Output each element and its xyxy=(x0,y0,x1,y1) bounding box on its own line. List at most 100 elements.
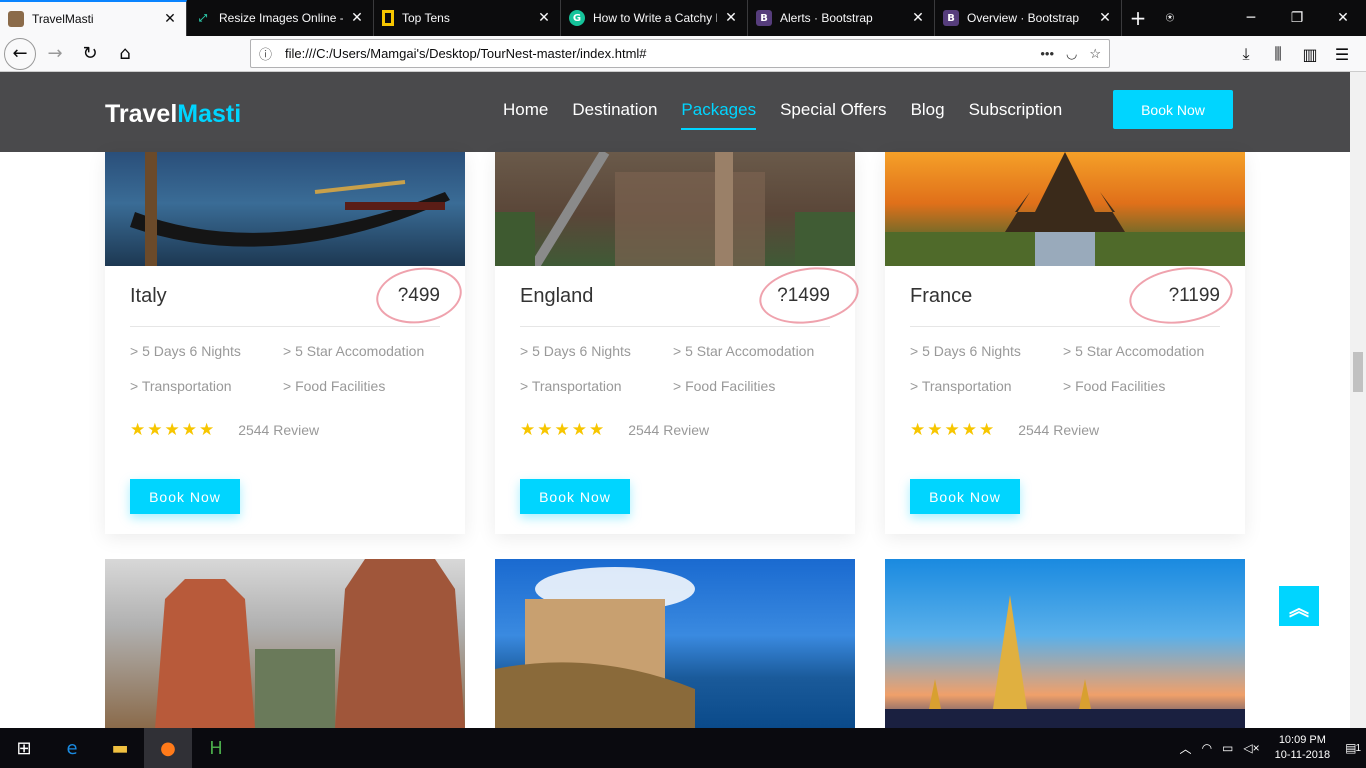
notification-count: 1 xyxy=(1355,742,1361,754)
tab-title: TravelMasti xyxy=(32,12,94,26)
menu-packages[interactable]: Packages xyxy=(681,100,756,130)
temple-illustration xyxy=(155,559,465,728)
close-tab-icon[interactable]: ✕ xyxy=(536,10,552,26)
url-text[interactable]: file:///C:/Users/Mamgai's/Desktop/TourNe… xyxy=(279,46,1028,61)
castle-coast-image xyxy=(495,559,855,728)
book-now-button[interactable]: Book Now xyxy=(910,479,1020,514)
download-icon[interactable]: ⤓ xyxy=(1230,44,1262,64)
resize-favicon-icon: ⤢ xyxy=(199,12,207,24)
header-book-now-button[interactable]: Book Now xyxy=(1113,90,1233,129)
tab-resize-images[interactable]: ⤢ Resize Images Online - R ✕ xyxy=(187,0,374,36)
browser-nav-bar: ← → ↻ ⌂ ⓘ file:///C:/Users/Mamgai's/Desk… xyxy=(0,36,1366,72)
menu-home[interactable]: Home xyxy=(503,100,548,120)
taskbar-clock[interactable]: 10:09 PM 10-11-2018 xyxy=(1275,733,1330,763)
tab-top-tens[interactable]: Top Tens ✕ xyxy=(374,0,561,36)
scroll-to-top-button[interactable]: ︽ xyxy=(1279,586,1319,626)
edge-icon[interactable]: e xyxy=(48,728,96,768)
close-tab-icon[interactable]: ✕ xyxy=(162,11,178,27)
price-annotation-circle xyxy=(755,261,863,330)
wifi-icon[interactable]: ◠ xyxy=(1202,741,1212,755)
forward-icon[interactable]: → xyxy=(39,38,71,70)
bootstrap-favicon-icon: B xyxy=(943,10,959,26)
page-scrollbar[interactable] xyxy=(1350,72,1366,728)
window-close-icon[interactable]: ✕ xyxy=(1320,0,1366,36)
price-annotation-circle xyxy=(1125,261,1236,330)
close-tab-icon[interactable]: ✕ xyxy=(723,10,739,26)
minimize-icon[interactable]: ─ xyxy=(1228,0,1274,36)
tab-travelmasti[interactable]: TravelMasti ✕ xyxy=(0,0,187,36)
feature-food: > Food Facilities xyxy=(283,378,386,394)
close-tab-icon[interactable]: ✕ xyxy=(1097,10,1113,26)
package-card-england: England ?1499 > 5 Days 6 Nights > 5 Star… xyxy=(495,152,863,534)
book-now-button[interactable]: Book Now xyxy=(520,479,630,514)
file-explorer-icon[interactable]: ▬ xyxy=(96,728,144,768)
pagoda-illustration xyxy=(885,595,1245,728)
more-actions-icon[interactable]: ••• xyxy=(1040,46,1054,61)
tab-title: Overview · Bootstrap xyxy=(967,11,1080,25)
bookmark-star-icon[interactable]: ☆ xyxy=(1089,46,1101,62)
info-icon[interactable]: ⓘ xyxy=(259,44,279,63)
feature-food: > Food Facilities xyxy=(1063,378,1166,394)
logo-part-masti: Masti xyxy=(177,100,242,128)
feature-accommodation: > 5 Star Accomodation xyxy=(283,343,425,359)
tab-list-icon[interactable]: ⍟ xyxy=(1154,0,1186,36)
tab-title: Top Tens xyxy=(402,11,450,25)
france-image xyxy=(885,152,1245,266)
tab-overview-bootstrap[interactable]: B Overview · Bootstrap ✕ xyxy=(935,0,1122,36)
review-count: 2544 Review xyxy=(628,422,710,438)
menu-icon[interactable]: ☰ xyxy=(1326,45,1358,64)
restore-icon[interactable]: ❐ xyxy=(1274,0,1320,36)
package-price: ?1499 xyxy=(755,261,863,330)
web-page: TravelMasti Home Destination Packages Sp… xyxy=(0,72,1350,728)
scrollbar-thumb[interactable] xyxy=(1353,352,1363,392)
rating-stars-icon: ★★★★★ xyxy=(130,420,217,439)
close-tab-icon[interactable]: ✕ xyxy=(910,10,926,26)
package-features: > 5 Days 6 Nights > 5 Star Accomodation … xyxy=(520,327,830,413)
review-count: 2544 Review xyxy=(238,422,320,438)
tab-alerts-bootstrap[interactable]: B Alerts · Bootstrap ✕ xyxy=(748,0,935,36)
site-header: TravelMasti Home Destination Packages Sp… xyxy=(0,72,1350,152)
rating-stars-icon: ★★★★★ xyxy=(910,420,997,439)
volume-mute-icon[interactable]: ◁× xyxy=(1243,741,1259,755)
home-icon[interactable]: ⌂ xyxy=(109,38,141,70)
italy-image xyxy=(105,152,465,266)
book-now-button[interactable]: Book Now xyxy=(130,479,240,514)
main-menu: Home Destination Packages Special Offers… xyxy=(503,100,1086,130)
package-name: Italy xyxy=(130,284,167,307)
gondola-illustration xyxy=(130,152,450,266)
clock-time: 10:09 PM xyxy=(1278,734,1326,746)
battery-icon[interactable]: ▭ xyxy=(1222,741,1233,755)
bootstrap-favicon-icon: B xyxy=(756,10,772,26)
menu-destination[interactable]: Destination xyxy=(572,100,657,120)
feature-transportation: > Transportation xyxy=(130,378,232,394)
back-icon[interactable]: ← xyxy=(4,37,36,70)
app-h-icon[interactable]: H xyxy=(192,728,240,768)
sidebar-icon[interactable]: ▥ xyxy=(1294,45,1326,64)
browser-tab-bar: TravelMasti ✕ ⤢ Resize Images Online - R… xyxy=(0,0,1366,36)
eiffel-tower-illustration xyxy=(885,152,1245,266)
price-annotation-circle xyxy=(372,262,466,329)
clock-date: 10-11-2018 xyxy=(1274,749,1331,761)
site-logo[interactable]: TravelMasti xyxy=(105,100,241,129)
tab-catchy-headline[interactable]: G How to Write a Catchy H ✕ xyxy=(561,0,748,36)
library-icon[interactable]: ⫼ xyxy=(1262,44,1294,64)
new-tab-icon[interactable]: + xyxy=(1122,0,1154,36)
pocket-icon[interactable]: ◡ xyxy=(1066,46,1077,62)
package-card-france: France ?1199 > 5 Days 6 Nights > 5 Star … xyxy=(885,152,1245,534)
menu-special-offers[interactable]: Special Offers xyxy=(780,100,886,120)
package-name: England xyxy=(520,284,594,307)
tab-title: Alerts · Bootstrap xyxy=(780,11,873,25)
show-hidden-icons-icon[interactable]: ︿ xyxy=(1180,740,1192,757)
menu-blog[interactable]: Blog xyxy=(911,100,945,120)
reload-icon[interactable]: ↻ xyxy=(74,38,106,70)
windows-start-icon[interactable]: ⊞ xyxy=(0,728,48,768)
package-price: ?1199 xyxy=(1125,261,1236,330)
tab-title: Resize Images Online - R xyxy=(219,11,343,25)
address-bar[interactable]: ⓘ file:///C:/Users/Mamgai's/Desktop/Tour… xyxy=(250,39,1110,68)
grammarly-favicon-icon: G xyxy=(569,10,585,26)
menu-subscription[interactable]: Subscription xyxy=(969,100,1063,120)
review-count: 2544 Review xyxy=(1018,422,1100,438)
close-tab-icon[interactable]: ✕ xyxy=(349,10,365,26)
temple-image xyxy=(105,559,465,728)
firefox-icon[interactable]: ● xyxy=(144,728,192,768)
